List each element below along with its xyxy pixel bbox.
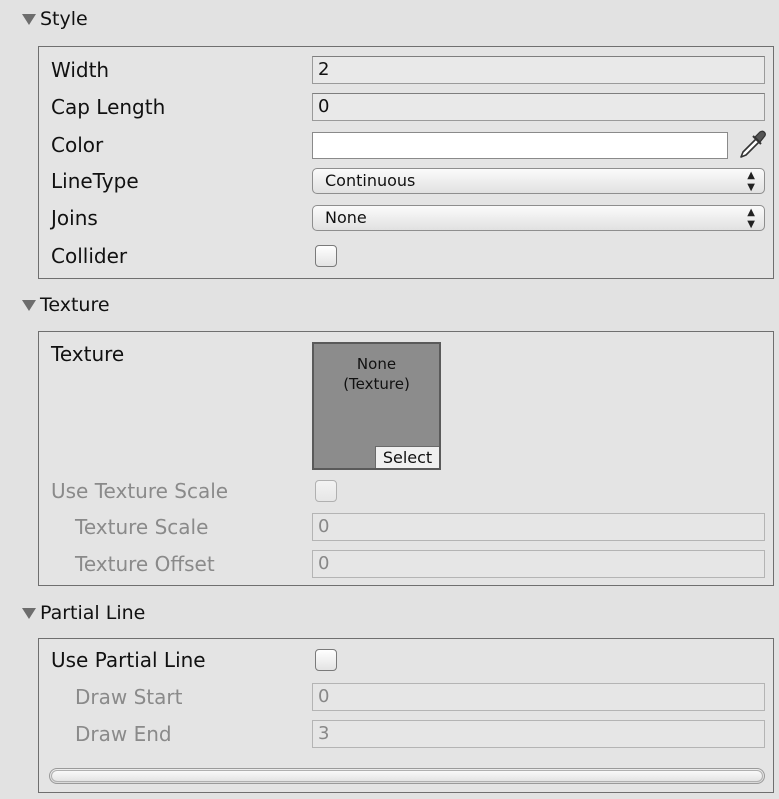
draw-end-label: Draw End [75,722,172,746]
use-partial-line-row: Use Partial Line [39,642,773,678]
texture-section-title: Texture [40,294,110,316]
width-label: Width [51,58,110,82]
use-partial-line-label: Use Partial Line [51,648,206,672]
style-section-body: Width 2 Cap Length 0 Color LineType Cont… [38,46,774,279]
use-texture-scale-checkbox[interactable] [315,480,337,502]
texture-row: Texture None (Texture) Select [39,336,773,476]
texture-offset-row: Texture Offset 0 [39,546,773,582]
joins-dropdown[interactable]: None ▲ ▼ [312,205,765,231]
texture-none-line1: None [356,355,397,373]
joins-label: Joins [51,206,98,230]
collider-label: Collider [51,244,128,268]
texture-section-body: Texture None (Texture) Select Use Textur… [38,331,774,586]
texture-offset-label: Texture Offset [75,552,215,576]
draw-start-field[interactable]: 0 [312,683,765,711]
eyedropper-icon[interactable] [735,130,767,162]
width-field[interactable]: 2 [312,56,765,84]
collider-checkbox[interactable] [315,245,337,267]
range-slider-track[interactable] [49,768,765,784]
use-partial-line-checkbox[interactable] [315,649,337,671]
line-type-dropdown[interactable]: Continuous ▲ ▼ [312,168,765,194]
up-down-arrows-icon: ▲ ▼ [747,170,755,193]
texture-label: Texture [51,342,125,366]
color-swatch-field[interactable] [312,132,728,159]
texture-scale-label: Texture Scale [75,515,209,539]
cap-length-label: Cap Length [51,95,166,119]
color-label: Color [51,133,104,157]
texture-select-button[interactable]: Select [375,446,439,468]
texture-scale-row: Texture Scale 0 [39,509,773,545]
texture-section-header[interactable]: Texture [0,289,779,321]
style-section-title: Style [40,8,88,30]
draw-start-label: Draw Start [75,685,183,709]
joins-row: Joins None ▲ ▼ [39,200,773,236]
use-texture-scale-label: Use Texture Scale [51,479,229,503]
foldout-triangle-icon[interactable] [22,13,36,25]
foldout-triangle-icon[interactable] [22,607,36,619]
draw-end-row: Draw End 3 [39,716,773,752]
texture-offset-field[interactable]: 0 [312,550,765,578]
range-slider-thumb[interactable] [51,770,763,782]
joins-value: None [325,208,367,227]
color-row: Color [39,127,773,163]
line-type-value: Continuous [325,171,416,190]
draw-end-field[interactable]: 3 [312,720,765,748]
width-row: Width 2 [39,52,773,88]
style-section-header[interactable]: Style [0,3,779,35]
partial-line-section-header[interactable]: Partial Line [0,597,779,629]
texture-scale-field[interactable]: 0 [312,513,765,541]
foldout-triangle-icon[interactable] [22,299,36,311]
collider-row: Collider [39,238,773,274]
up-down-arrows-icon: ▲ ▼ [747,207,755,230]
cap-length-row: Cap Length 0 [39,89,773,125]
cap-length-field[interactable]: 0 [312,93,765,121]
use-texture-scale-row: Use Texture Scale [39,473,773,509]
line-type-row: LineType Continuous ▲ ▼ [39,163,773,199]
line-type-label: LineType [51,169,139,193]
draw-start-row: Draw Start 0 [39,679,773,715]
texture-none-line2: (Texture) [343,375,410,393]
partial-line-section-title: Partial Line [40,602,146,624]
partial-line-section-body: Use Partial Line Draw Start 0 Draw End 3 [38,638,774,793]
texture-object-field[interactable]: None (Texture) Select [312,342,441,470]
